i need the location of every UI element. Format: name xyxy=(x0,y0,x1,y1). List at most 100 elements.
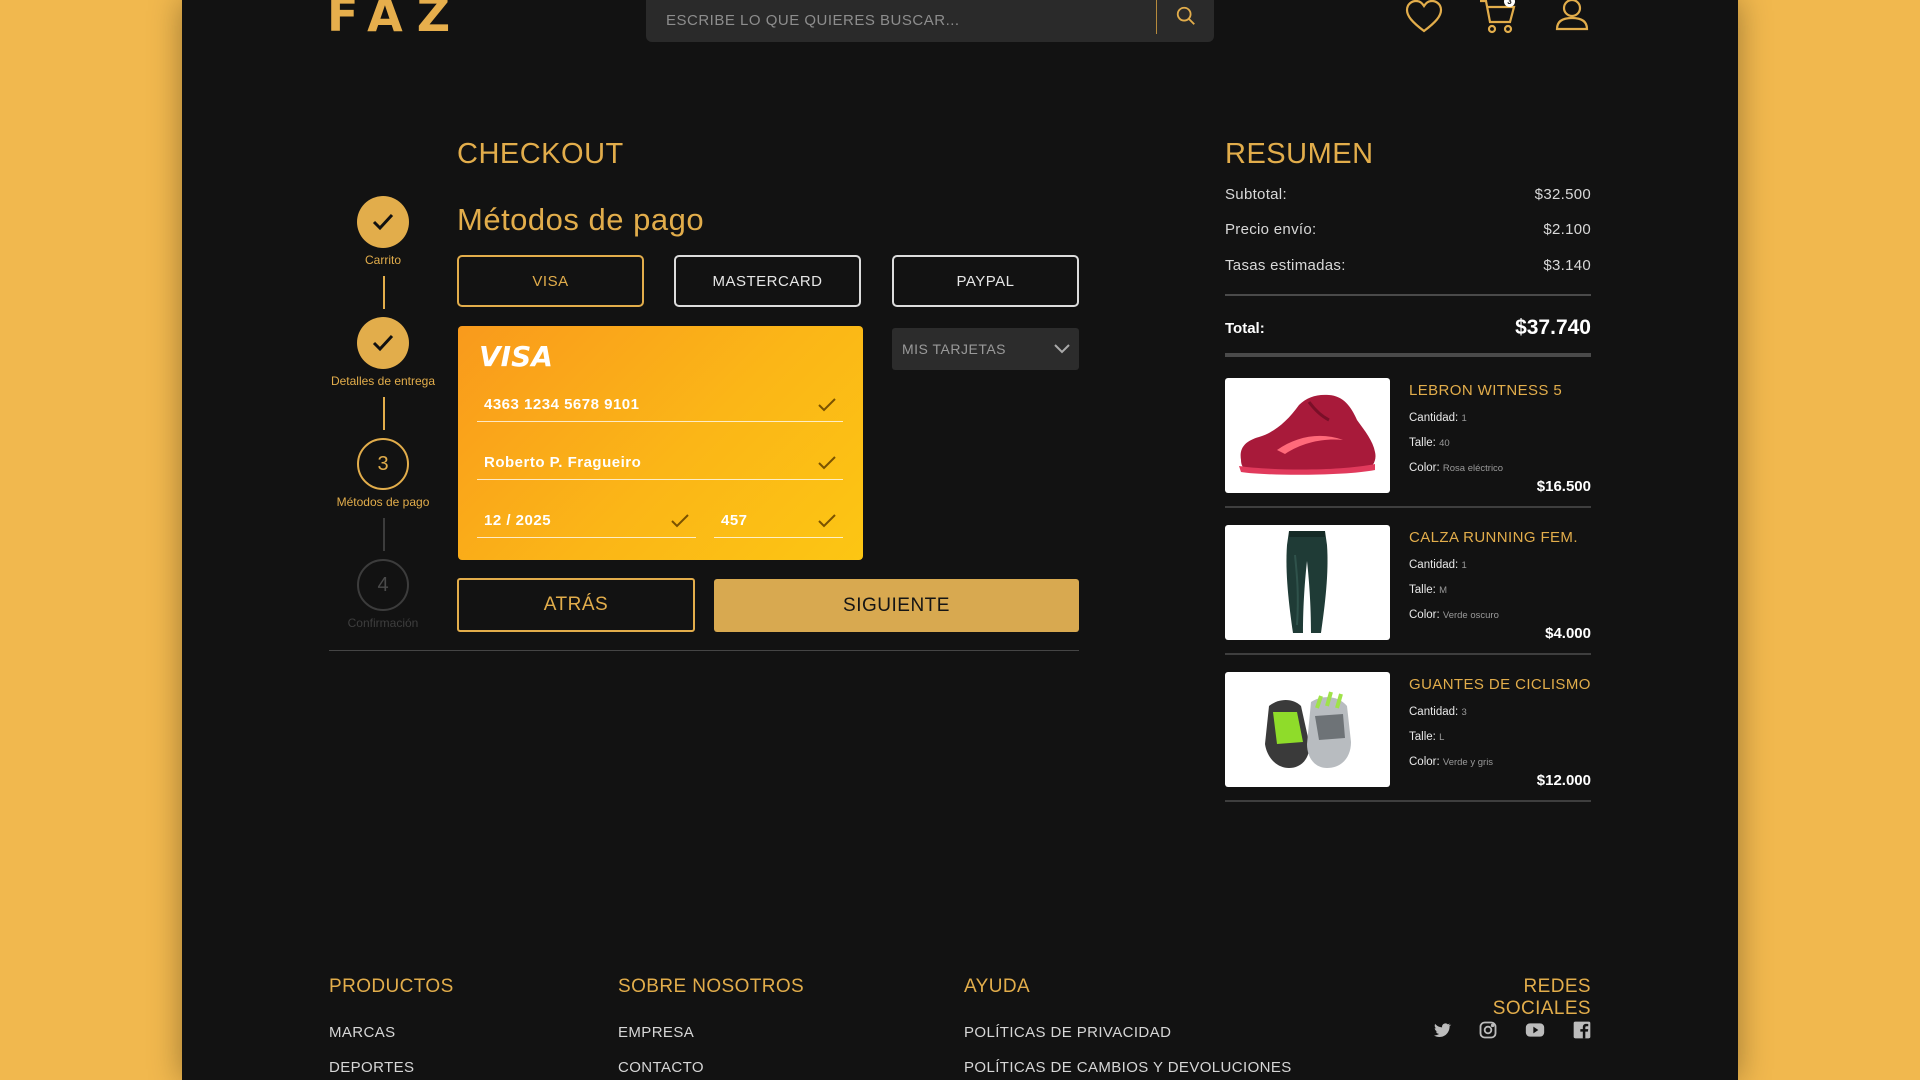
saved-cards-select-label: MIS TARJETAS xyxy=(902,341,1007,357)
card-brand-logo: VISA xyxy=(479,340,553,373)
footer-link-contact[interactable]: CONTACTO xyxy=(618,1059,704,1076)
product-quantity: Cantidad: 1 xyxy=(1409,412,1467,424)
step-number: 3 xyxy=(357,438,409,490)
footer-about-heading: SOBRE NOSOTROS xyxy=(618,976,805,997)
attr-label: Cantidad: xyxy=(1409,412,1459,424)
product-image[interactable] xyxy=(1225,672,1390,787)
wishlist-button[interactable] xyxy=(1404,0,1444,38)
summary-row-label: Precio envío: xyxy=(1225,221,1317,238)
checkmark-icon xyxy=(372,334,394,352)
brand-logo[interactable]: FAZ xyxy=(327,0,464,42)
checkmark-icon xyxy=(818,398,836,412)
attr-value: 1 xyxy=(1461,560,1467,571)
product-price: $16.500 xyxy=(1536,478,1591,495)
checkmark-icon xyxy=(818,514,836,528)
summary-row-value: $32.500 xyxy=(1534,186,1591,203)
attr-label: Color: xyxy=(1409,462,1440,474)
footer-link-company[interactable]: EMPRESA xyxy=(618,1024,694,1041)
cardholder-name-value: Roberto P. Fragueiro xyxy=(484,454,642,471)
method-paypal-button[interactable]: PAYPAL xyxy=(892,255,1079,307)
product-quantity: Cantidad: 1 xyxy=(1409,559,1467,571)
summary-row-label: Subtotal: xyxy=(1225,186,1287,203)
credit-card-form: VISA 4363 1234 5678 9101 Roberto P. Frag… xyxy=(458,326,863,560)
step-label: Detalles de entrega xyxy=(330,374,436,388)
search-bar xyxy=(646,0,1214,42)
checkout-divider xyxy=(329,650,1079,651)
checkmark-icon xyxy=(818,456,836,470)
method-visa-button[interactable]: VISA xyxy=(457,255,644,307)
cycling-gloves-icon xyxy=(1265,691,1351,768)
attr-value: 3 xyxy=(1461,707,1467,718)
attr-label: Cantidad: xyxy=(1409,706,1459,718)
method-mastercard-button[interactable]: MASTERCARD xyxy=(674,255,861,307)
product-name[interactable]: CALZA RUNNING FEM. xyxy=(1409,529,1578,546)
twitter-icon[interactable] xyxy=(1432,1020,1452,1040)
attr-value: L xyxy=(1439,732,1445,743)
footer-social-heading: REDES SOCIALES xyxy=(1492,976,1591,1019)
attr-label: Color: xyxy=(1409,756,1440,768)
step-label: Métodos de pago xyxy=(336,495,430,509)
step-cart[interactable] xyxy=(357,196,409,248)
step-done-indicator xyxy=(357,196,409,248)
checkmark-icon xyxy=(372,213,394,231)
card-number-field[interactable]: 4363 1234 5678 9101 xyxy=(477,382,843,422)
product-name[interactable]: GUANTES DE CICLISMO xyxy=(1409,676,1591,693)
search-input[interactable] xyxy=(646,0,1156,42)
footer-link-privacy[interactable]: POLÍTICAS DE PRIVACIDAD xyxy=(964,1024,1171,1041)
summary-product-item: GUANTES DE CICLISMO Cantidad: 3 Talle: L… xyxy=(1225,672,1591,802)
step-payment[interactable]: 3 xyxy=(357,438,409,490)
step-connector xyxy=(383,276,385,309)
step-confirmation[interactable]: 4 xyxy=(357,559,409,611)
product-quantity: Cantidad: 3 xyxy=(1409,706,1467,718)
step-number: 4 xyxy=(357,559,409,611)
footer-help-heading: AYUDA xyxy=(964,976,1031,997)
attr-label: Talle: xyxy=(1409,584,1436,596)
saved-cards-select[interactable]: MIS TARJETAS xyxy=(892,328,1079,370)
step-label: Confirmación xyxy=(347,616,419,630)
product-color: Color: Verde oscuro xyxy=(1409,609,1499,621)
summary-row-value: $2.100 xyxy=(1543,221,1591,238)
dark-green-leggings-icon xyxy=(1286,531,1328,633)
summary-product-item: CALZA RUNNING FEM. Cantidad: 1 Talle: M … xyxy=(1225,525,1591,655)
product-price: $4.000 xyxy=(1545,625,1591,642)
total-label: Total: xyxy=(1225,319,1265,337)
back-button[interactable]: ATRÁS xyxy=(457,578,695,632)
cart-button[interactable]: 3 xyxy=(1478,0,1518,38)
payment-methods-heading: Métodos de pago xyxy=(457,202,705,237)
step-label: Carrito xyxy=(364,253,401,267)
card-cvv-field[interactable]: 457 xyxy=(714,498,843,538)
instagram-icon[interactable] xyxy=(1478,1020,1498,1040)
card-number-value: 4363 1234 5678 9101 xyxy=(484,396,640,413)
footer-link-brands[interactable]: MARCAS xyxy=(329,1024,396,1041)
summary-taxes-row: Tasas estimadas: $3.140 xyxy=(1225,257,1591,274)
card-cvv-value: 457 xyxy=(721,512,748,529)
card-expiry-field[interactable]: 12 / 2025 xyxy=(477,498,696,538)
cardholder-name-field[interactable]: Roberto P. Fragueiro xyxy=(477,440,843,480)
facebook-icon[interactable] xyxy=(1572,1020,1592,1040)
product-image[interactable] xyxy=(1225,525,1390,640)
step-delivery[interactable] xyxy=(357,317,409,369)
next-button[interactable]: SIGUIENTE xyxy=(714,579,1079,632)
product-size: Talle: M xyxy=(1409,584,1447,596)
product-image[interactable] xyxy=(1225,378,1390,493)
card-expiry-value: 12 / 2025 xyxy=(484,512,552,529)
search-button[interactable] xyxy=(1157,0,1214,34)
user-icon xyxy=(1555,0,1589,31)
product-size: Talle: 40 xyxy=(1409,437,1450,449)
product-size: Talle: L xyxy=(1409,731,1444,743)
summary-row-value: $3.140 xyxy=(1543,257,1591,274)
product-color: Color: Verde y gris xyxy=(1409,756,1493,768)
step-connector xyxy=(383,518,385,551)
footer-link-sports[interactable]: DEPORTES xyxy=(329,1059,414,1076)
summary-title: RESUMEN xyxy=(1225,138,1374,170)
chevron-down-icon xyxy=(1054,344,1070,354)
product-name[interactable]: LEBRON WITNESS 5 xyxy=(1409,382,1562,399)
footer-products-heading: PRODUCTOS xyxy=(329,976,454,997)
attr-label: Color: xyxy=(1409,609,1440,621)
youtube-icon[interactable] xyxy=(1524,1020,1546,1040)
account-button[interactable] xyxy=(1552,0,1592,38)
attr-value: Rosa eléctrico xyxy=(1442,463,1504,474)
page-panel: FAZ 3 Carrito Detalles de entrega 3 Méto… xyxy=(182,0,1738,1080)
checkout-title: CHECKOUT xyxy=(457,138,624,170)
footer-link-returns[interactable]: POLÍTICAS DE CAMBIOS Y DEVOLUCIONES xyxy=(964,1059,1292,1076)
